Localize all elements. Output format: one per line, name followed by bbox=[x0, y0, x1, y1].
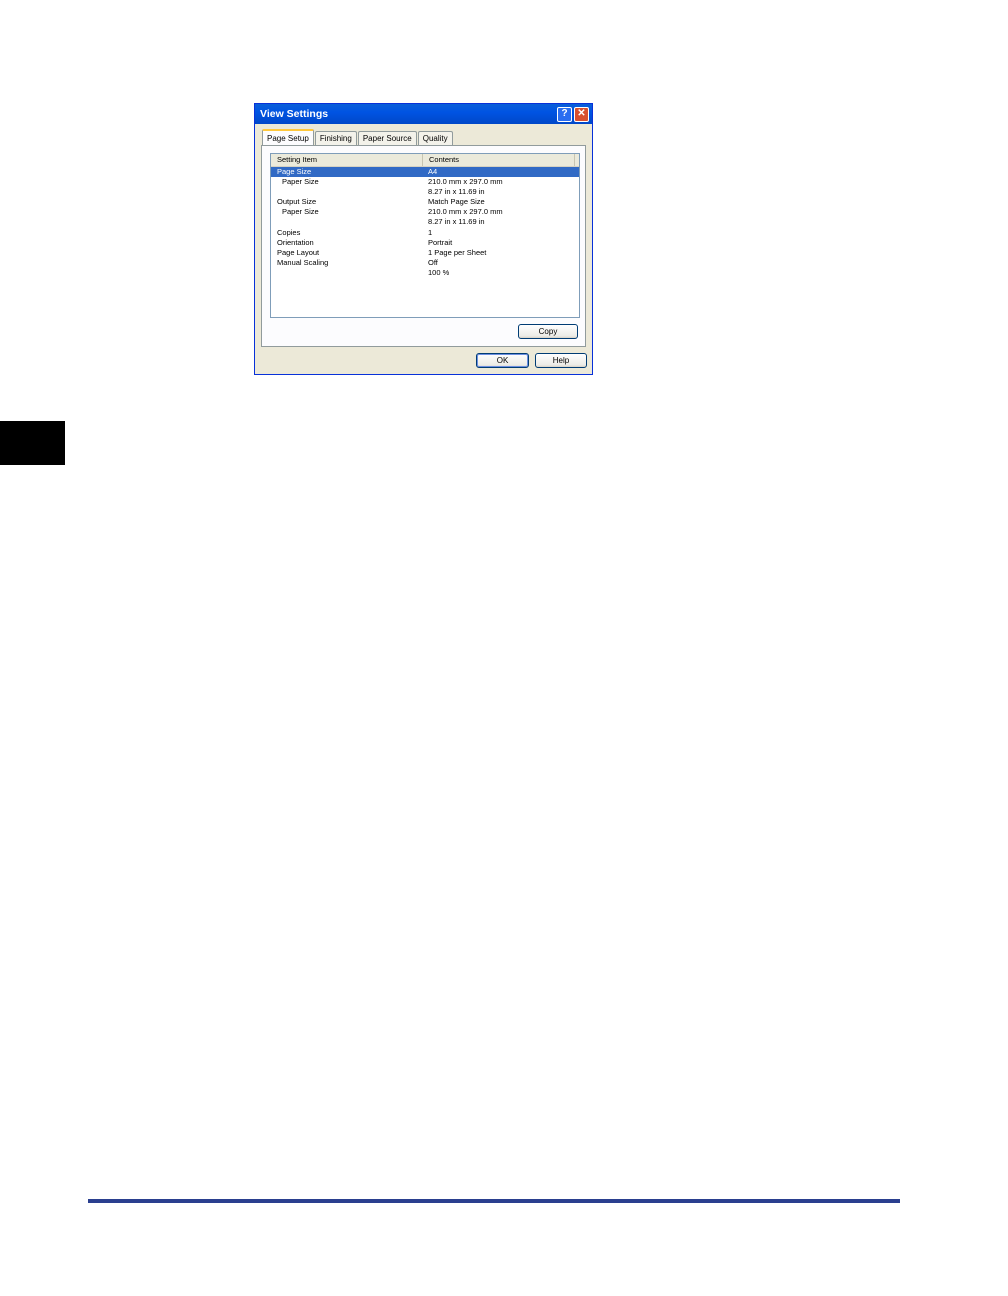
row-content: Portrait bbox=[428, 237, 453, 247]
row-content: A4 bbox=[428, 167, 438, 176]
row-item bbox=[271, 268, 423, 278]
list-header: Setting Item Contents bbox=[271, 154, 579, 167]
row-item bbox=[271, 217, 423, 227]
row-item: Manual Scaling bbox=[277, 257, 329, 267]
settings-list[interactable]: Setting Item Contents Page Size A4 Paper… bbox=[270, 153, 580, 318]
list-row[interactable]: Page Layout 1 Page per Sheet bbox=[271, 248, 579, 258]
list-row[interactable]: 100 % bbox=[271, 268, 579, 278]
tab-panel: Setting Item Contents Page Size A4 Paper… bbox=[261, 145, 586, 347]
row-content: Match Page Size bbox=[428, 197, 485, 207]
list-row[interactable]: Page Size A4 bbox=[271, 167, 579, 178]
list-row[interactable]: Copies 1 bbox=[271, 228, 579, 238]
footer-rule bbox=[88, 1199, 900, 1203]
tab-strip: Page Setup Finishing Paper Source Qualit… bbox=[262, 129, 454, 146]
copy-button[interactable]: Copy bbox=[518, 324, 578, 339]
help-button[interactable]: Help bbox=[535, 353, 587, 368]
list-row[interactable]: Orientation Portrait bbox=[271, 238, 579, 248]
list-row[interactable]: Paper Size 210.0 mm x 297.0 mm bbox=[271, 177, 579, 187]
dialog-title: View Settings bbox=[260, 108, 329, 120]
tab-quality[interactable]: Quality bbox=[417, 131, 453, 145]
row-item: Orientation bbox=[277, 237, 314, 247]
row-item bbox=[271, 187, 423, 197]
row-item: Paper Size bbox=[282, 177, 319, 187]
column-header-contents[interactable]: Contents bbox=[423, 154, 575, 166]
row-content: 1 bbox=[428, 227, 433, 237]
row-item: Page Size bbox=[277, 167, 312, 176]
view-settings-dialog: View Settings ? ✕ Page Setup Finishing P… bbox=[254, 103, 593, 375]
column-header-setting-item[interactable]: Setting Item bbox=[271, 154, 423, 166]
row-content: 210.0 mm x 297.0 mm bbox=[428, 177, 503, 187]
close-icon[interactable]: ✕ bbox=[574, 106, 589, 122]
list-row[interactable]: 8.27 in x 11.69 in bbox=[271, 187, 579, 197]
title-bar: View Settings ? ✕ bbox=[255, 104, 592, 124]
row-content: 1 Page per Sheet bbox=[428, 247, 487, 257]
list-row[interactable]: Paper Size 210.0 mm x 297.0 mm bbox=[271, 207, 579, 217]
row-item: Output Size bbox=[277, 197, 317, 207]
ok-button[interactable]: OK bbox=[476, 353, 529, 368]
row-content: 8.27 in x 11.69 in bbox=[428, 217, 485, 227]
tab-finishing[interactable]: Finishing bbox=[314, 131, 357, 145]
chapter-tab-marker bbox=[0, 421, 65, 465]
list-row[interactable]: Output Size Match Page Size bbox=[271, 197, 579, 207]
row-content: 210.0 mm x 297.0 mm bbox=[428, 207, 503, 217]
row-content: 8.27 in x 11.69 in bbox=[428, 187, 485, 197]
help-icon[interactable]: ? bbox=[557, 106, 572, 122]
row-item: Copies bbox=[277, 227, 301, 237]
row-item: Paper Size bbox=[282, 207, 319, 217]
row-content: Off bbox=[428, 257, 438, 267]
row-item: Page Layout bbox=[277, 247, 320, 257]
row-content: 100 % bbox=[428, 267, 450, 277]
list-row[interactable]: Manual Scaling Off bbox=[271, 258, 579, 268]
tab-paper-source[interactable]: Paper Source bbox=[357, 131, 417, 145]
tab-page-setup[interactable]: Page Setup bbox=[262, 129, 314, 146]
list-row[interactable]: 8.27 in x 11.69 in bbox=[271, 217, 579, 227]
